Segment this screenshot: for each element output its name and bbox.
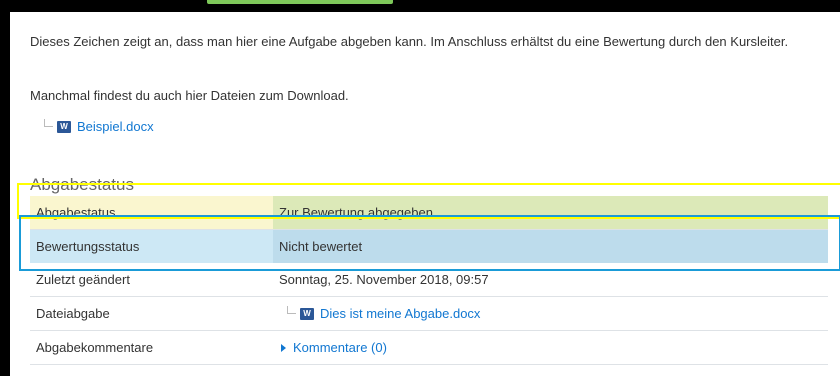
comments-link[interactable]: Kommentare (0) [293,340,387,355]
row-label: Dateiabgabe [30,296,273,331]
assignment-panel: Dieses Zeichen zeigt an, dass man hier e… [10,12,840,376]
last-modified-value: Sonntag, 25. November 2018, 09:57 [273,263,828,297]
row-label: Zuletzt geändert [30,263,273,297]
word-document-icon: W [57,120,71,133]
tree-connector [287,305,296,314]
file-submission-cell: W Dies ist meine Abgabe.docx [273,296,828,331]
section-title: Abgabestatus [30,175,134,194]
table-row: Abgabekommentare Kommentare (0) [30,330,828,365]
grading-status-value: Nicht bewertet [273,229,828,263]
row-label: Abgabestatus [30,196,273,230]
top-highlight-marker [207,0,393,4]
expand-triangle-icon [281,343,286,352]
table-row: Zuletzt geändert Sonntag, 25. November 2… [30,263,828,297]
submission-status-value: Zur Bewertung abgegeben [273,196,828,230]
table-row: Abgabestatus Zur Bewertung abgegeben [30,196,828,230]
table-row: Dateiabgabe W Dies ist meine Abgabe.docx [30,296,828,331]
row-label: Abgabekommentare [30,330,273,365]
submitted-file-name[interactable]: Dies ist meine Abgabe.docx [320,306,480,321]
download-hint-paragraph: Manchmal findest du auch hier Dateien zu… [30,88,349,103]
tree-connector [44,118,53,127]
comments-toggle[interactable]: Kommentare (0) [279,340,822,355]
top-bar [0,0,840,12]
word-document-icon: W [300,307,314,320]
intro-paragraph: Dieses Zeichen zeigt an, dass man hier e… [30,34,789,49]
download-file-link[interactable]: W Beispiel.docx [44,118,154,134]
submission-status-table: Abgabestatus Zur Bewertung abgegeben Bew… [30,196,828,365]
download-file-name[interactable]: Beispiel.docx [77,119,154,134]
table-row: Bewertungsstatus Nicht bewertet [30,229,828,263]
submitted-file-link[interactable]: W Dies ist meine Abgabe.docx [279,305,822,321]
comments-cell: Kommentare (0) [273,330,828,365]
row-label: Bewertungsstatus [30,229,273,263]
